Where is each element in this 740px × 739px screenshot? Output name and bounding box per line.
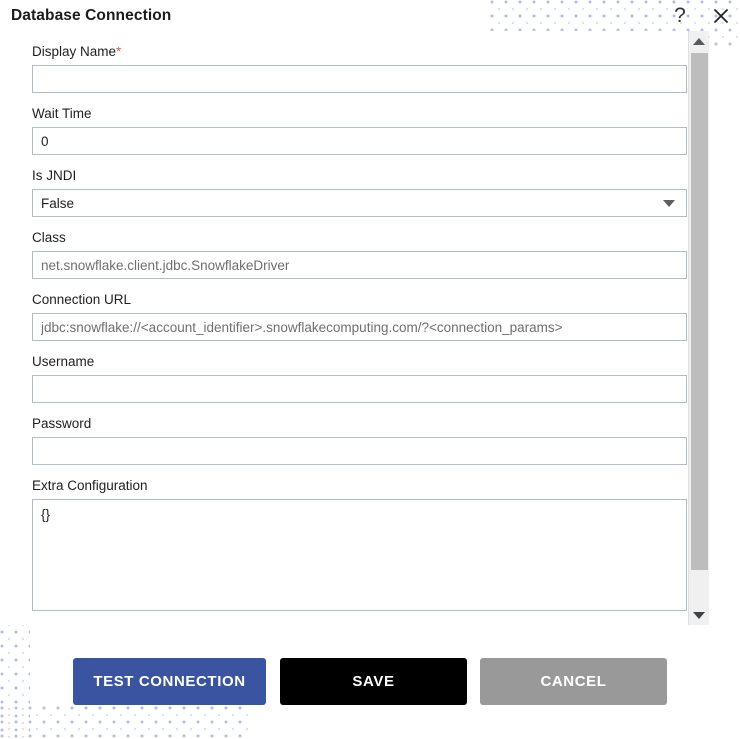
- field-label-username: Username: [32, 354, 95, 369]
- scroll-down-button[interactable]: [689, 605, 709, 625]
- help-icon[interactable]: ?: [669, 5, 691, 27]
- chevron-up-icon: [693, 37, 705, 45]
- connection-url-input[interactable]: [32, 313, 687, 341]
- dialog-form: Display Name* Wait Time Is JNDI Class Co…: [0, 31, 688, 611]
- dialog-titlebar: Database Connection: [0, 0, 490, 31]
- is-jndi-select-wrapper: [32, 189, 687, 217]
- required-marker-display-name: *: [116, 44, 122, 59]
- scrollbar-thumb[interactable]: [691, 53, 708, 570]
- field-label-connection-url: Connection URL: [32, 292, 132, 307]
- field-label-class: Class: [32, 230, 66, 245]
- form-scrollbar[interactable]: [688, 31, 709, 625]
- label-text-display-name: Display Name: [32, 44, 117, 59]
- dialog-footer: TEST CONNECTION SAVE CANCEL: [0, 625, 740, 739]
- display-name-input[interactable]: [32, 65, 687, 93]
- username-input[interactable]: [32, 375, 687, 403]
- is-jndi-select[interactable]: [32, 189, 687, 217]
- dialog-titlebar-actions: ?: [669, 0, 732, 31]
- scroll-up-button[interactable]: [689, 31, 709, 51]
- field-label-extra-configuration: Extra Configuration: [32, 478, 148, 493]
- field-is-jndi: Is JNDI: [32, 155, 687, 217]
- close-icon[interactable]: [710, 5, 732, 27]
- field-label-display-name: Display Name*: [32, 31, 662, 65]
- chevron-down-icon: [693, 611, 705, 619]
- dialog-form-scroll-area: Display Name* Wait Time Is JNDI Class Co…: [0, 31, 688, 625]
- dialog-title: Database Connection: [11, 6, 172, 24]
- field-extra-configuration: Extra Configuration: [32, 465, 687, 611]
- test-connection-button[interactable]: TEST CONNECTION: [73, 658, 266, 705]
- wait-time-input[interactable]: [32, 127, 687, 155]
- field-label-is-jndi: Is JNDI: [32, 168, 77, 183]
- field-wait-time: Wait Time: [32, 93, 687, 155]
- field-label-password: Password: [32, 416, 92, 431]
- extra-configuration-input[interactable]: [32, 499, 687, 611]
- field-label-wait-time: Wait Time: [32, 106, 92, 121]
- field-username: Username: [32, 341, 687, 403]
- cancel-button[interactable]: CANCEL: [480, 658, 667, 705]
- field-display-name: Display Name*: [32, 31, 687, 93]
- database-connection-dialog: Database Connection ? Display Name* Wait…: [0, 0, 740, 739]
- password-input[interactable]: [32, 437, 687, 465]
- save-button[interactable]: SAVE: [280, 658, 467, 705]
- field-connection-url: Connection URL: [32, 279, 687, 341]
- field-password: Password: [32, 403, 687, 465]
- class-input[interactable]: [32, 251, 687, 279]
- field-class: Class: [32, 217, 687, 279]
